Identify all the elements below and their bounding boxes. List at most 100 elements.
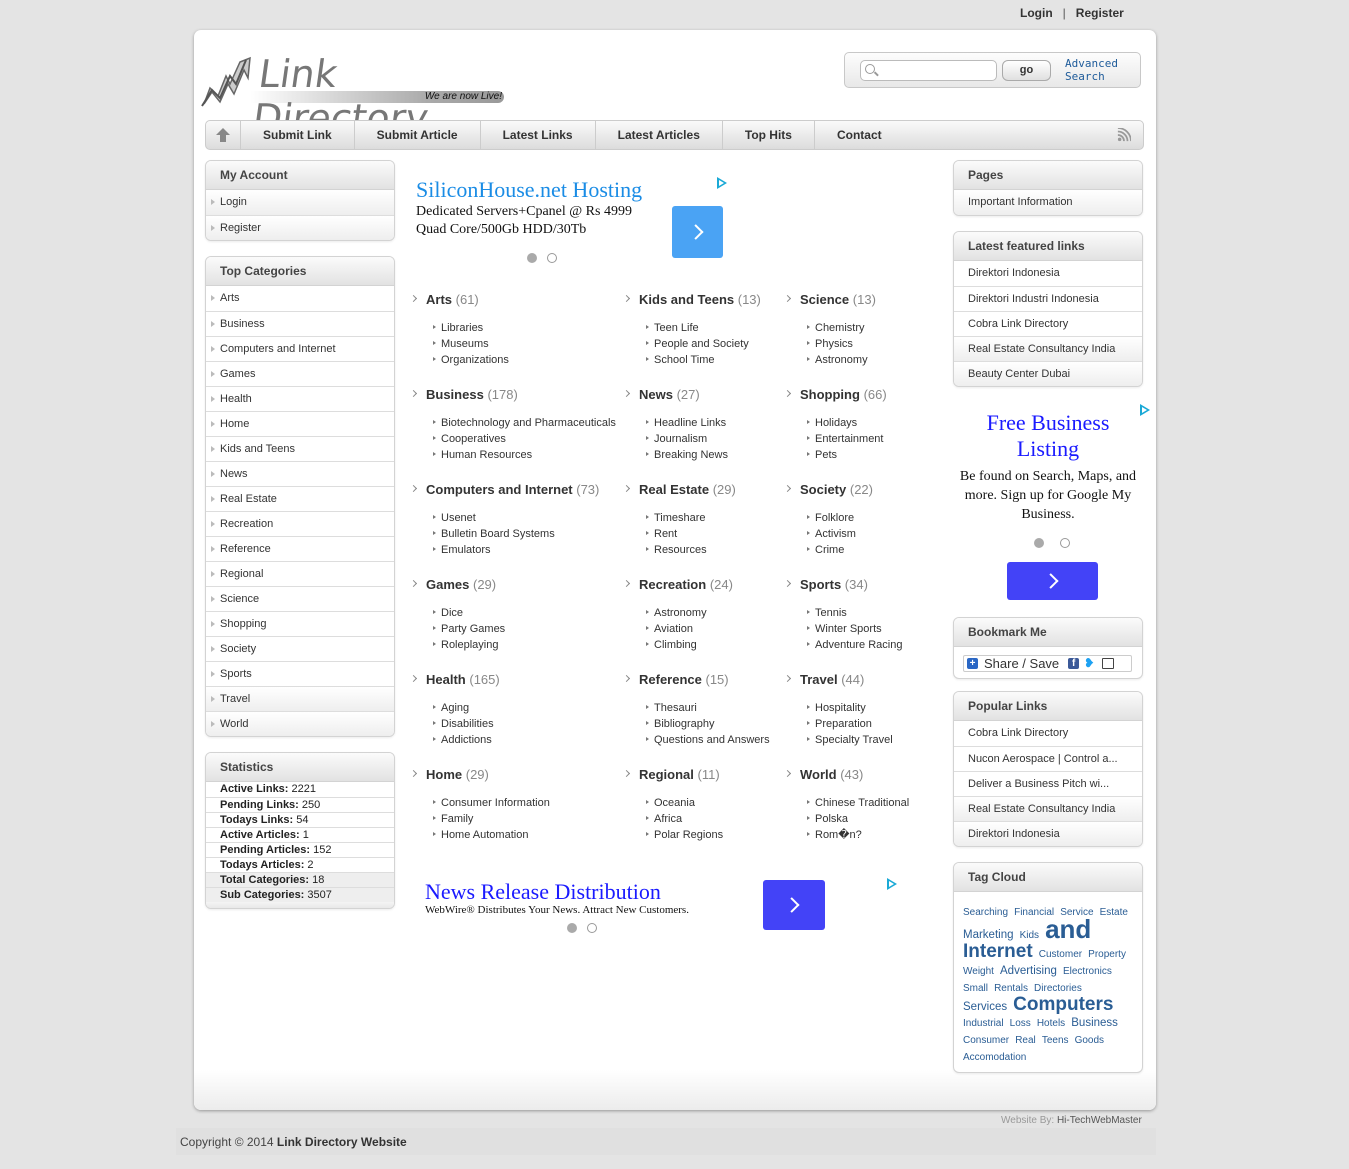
subcategory-link[interactable]: Tennis (807, 605, 902, 621)
subcategory-link[interactable]: Emulators (433, 542, 599, 558)
category-heading[interactable]: Reference (15) (620, 672, 770, 687)
category-heading[interactable]: Arts (61) (407, 292, 509, 307)
subcategory-link[interactable]: Consumer Information (433, 795, 550, 811)
category-name[interactable]: Regional (639, 767, 694, 782)
top-category-item[interactable]: Games (206, 361, 394, 386)
category-heading[interactable]: Business (178) (407, 387, 616, 402)
subcategory-link[interactable]: Holidays (807, 415, 887, 431)
top-category-item[interactable]: World (206, 711, 394, 736)
featured-link-item[interactable]: Real Estate Consultancy India (954, 336, 1142, 361)
ad-carousel-dot-1[interactable] (567, 923, 577, 933)
subcategory-link[interactable]: Astronomy (807, 352, 876, 368)
tag-link[interactable]: Services (963, 1001, 1007, 1013)
subcategory-link[interactable]: Party Games (433, 621, 505, 637)
popular-link-item[interactable]: Nucon Aerospace | Control a... (954, 746, 1142, 771)
site-name-link[interactable]: Link Directory Website (277, 1135, 407, 1149)
subcategory-link[interactable]: Timeshare (646, 510, 736, 526)
adchoices-icon[interactable] (1139, 404, 1151, 416)
subcategory-link[interactable]: Libraries (433, 320, 509, 336)
subcategory-link[interactable]: Hospitality (807, 700, 893, 716)
category-heading[interactable]: Recreation (24) (620, 577, 733, 592)
subcategory-link[interactable]: Aviation (646, 621, 733, 637)
subcategory-link[interactable]: Bibliography (646, 716, 770, 732)
tag-link[interactable]: Electronics (1063, 966, 1112, 977)
subcategory-link[interactable]: Astronomy (646, 605, 733, 621)
featured-link-item[interactable]: Direktori Indonesia (954, 261, 1142, 286)
tag-link[interactable]: Goods (1075, 1035, 1104, 1046)
category-name[interactable]: World (800, 767, 837, 782)
category-name[interactable]: Society (800, 482, 846, 497)
ad-right[interactable]: Free Business Listing Be found on Search… (953, 402, 1150, 607)
subcategory-link[interactable]: Dice (433, 605, 505, 621)
tag-link[interactable]: Real (1015, 1035, 1036, 1046)
ad-bottom-title[interactable]: News Release Distribution (425, 880, 915, 904)
website-by-link[interactable]: Hi-TechWebMaster (1057, 1115, 1142, 1126)
advanced-search-link[interactable]: Advanced Search (1065, 57, 1135, 83)
subcategory-link[interactable]: Organizations (433, 352, 509, 368)
subcategory-link[interactable]: School Time (646, 352, 761, 368)
category-heading[interactable]: Games (29) (407, 577, 505, 592)
subcategory-link[interactable]: Journalism (646, 431, 728, 447)
subcategory-link[interactable]: Roleplaying (433, 637, 505, 653)
top-register-link[interactable]: Register (1076, 6, 1124, 20)
subcategory-link[interactable]: Bulletin Board Systems (433, 526, 599, 542)
subcategory-link[interactable]: Usenet (433, 510, 599, 526)
top-category-item[interactable]: Computers and Internet (206, 336, 394, 361)
popular-link-item[interactable]: Deliver a Business Pitch wi... (954, 771, 1142, 796)
category-name[interactable]: Health (426, 672, 466, 687)
ad-carousel-dot-2[interactable] (547, 253, 557, 263)
category-heading[interactable]: Science (13) (781, 292, 876, 307)
tag-link[interactable]: Searching (963, 907, 1008, 918)
subcategory-link[interactable]: Preparation (807, 716, 893, 732)
subcategory-link[interactable]: Adventure Racing (807, 637, 902, 653)
category-heading[interactable]: News (27) (620, 387, 728, 402)
subcategory-link[interactable]: Polska (807, 811, 909, 827)
tag-link[interactable]: Estate (1100, 907, 1128, 918)
top-category-item[interactable]: Real Estate (206, 486, 394, 511)
tag-link[interactable]: Loss (1010, 1018, 1031, 1029)
subcategory-link[interactable]: Biotechnology and Pharmaceuticals (433, 415, 616, 431)
subcategory-link[interactable]: Folklore (807, 510, 873, 526)
subcategory-link[interactable]: Teen Life (646, 320, 761, 336)
category-name[interactable]: News (639, 387, 673, 402)
nav-home-button[interactable] (206, 121, 241, 149)
subcategory-link[interactable]: Human Resources (433, 447, 616, 463)
ad-top-title[interactable]: SiliconHouse.net Hosting (416, 177, 730, 203)
category-name[interactable]: Arts (426, 292, 452, 307)
tag-link[interactable]: and (1045, 914, 1091, 944)
top-category-item[interactable]: Home (206, 411, 394, 436)
top-category-item[interactable]: Recreation (206, 511, 394, 536)
subcategory-link[interactable]: Breaking News (646, 447, 728, 463)
category-heading[interactable]: Home (29) (407, 767, 550, 782)
category-heading[interactable]: Real Estate (29) (620, 482, 736, 497)
twitter-icon[interactable]: ❥ (1084, 657, 1096, 669)
go-button[interactable]: go (1002, 60, 1051, 81)
subcategory-link[interactable]: Entertainment (807, 431, 887, 447)
category-name[interactable]: Travel (800, 672, 838, 687)
category-name[interactable]: Games (426, 577, 469, 592)
share-arrow-icon[interactable] (1102, 658, 1115, 669)
top-login-link[interactable]: Login (1020, 6, 1053, 20)
ad-carousel-dot-2[interactable] (587, 923, 597, 933)
category-name[interactable]: Business (426, 387, 484, 402)
top-category-item[interactable]: Health (206, 386, 394, 411)
category-name[interactable]: Sports (800, 577, 841, 592)
ad-bottom-cta-button[interactable] (763, 880, 825, 930)
top-category-item[interactable]: Kids and Teens (206, 436, 394, 461)
top-category-item[interactable]: Regional (206, 561, 394, 586)
ad-carousel-dot-2[interactable] (1060, 538, 1070, 548)
category-name[interactable]: Kids and Teens (639, 292, 734, 307)
ad-carousel-dot-1[interactable] (527, 253, 537, 263)
top-category-item[interactable]: Shopping (206, 611, 394, 636)
popular-link-item[interactable]: Real Estate Consultancy India (954, 796, 1142, 821)
subcategory-link[interactable]: Climbing (646, 637, 733, 653)
nav-submit-link[interactable]: Submit Link (241, 121, 355, 149)
top-category-item[interactable]: Arts (206, 286, 394, 311)
featured-link-item[interactable]: Cobra Link Directory (954, 311, 1142, 336)
nav-latest-articles[interactable]: Latest Articles (596, 121, 723, 149)
subcategory-link[interactable]: People and Society (646, 336, 761, 352)
tag-link[interactable]: Consumer (963, 1035, 1009, 1046)
category-name[interactable]: Reference (639, 672, 702, 687)
category-name[interactable]: Home (426, 767, 462, 782)
tag-link[interactable]: Accomodation (963, 1052, 1026, 1063)
